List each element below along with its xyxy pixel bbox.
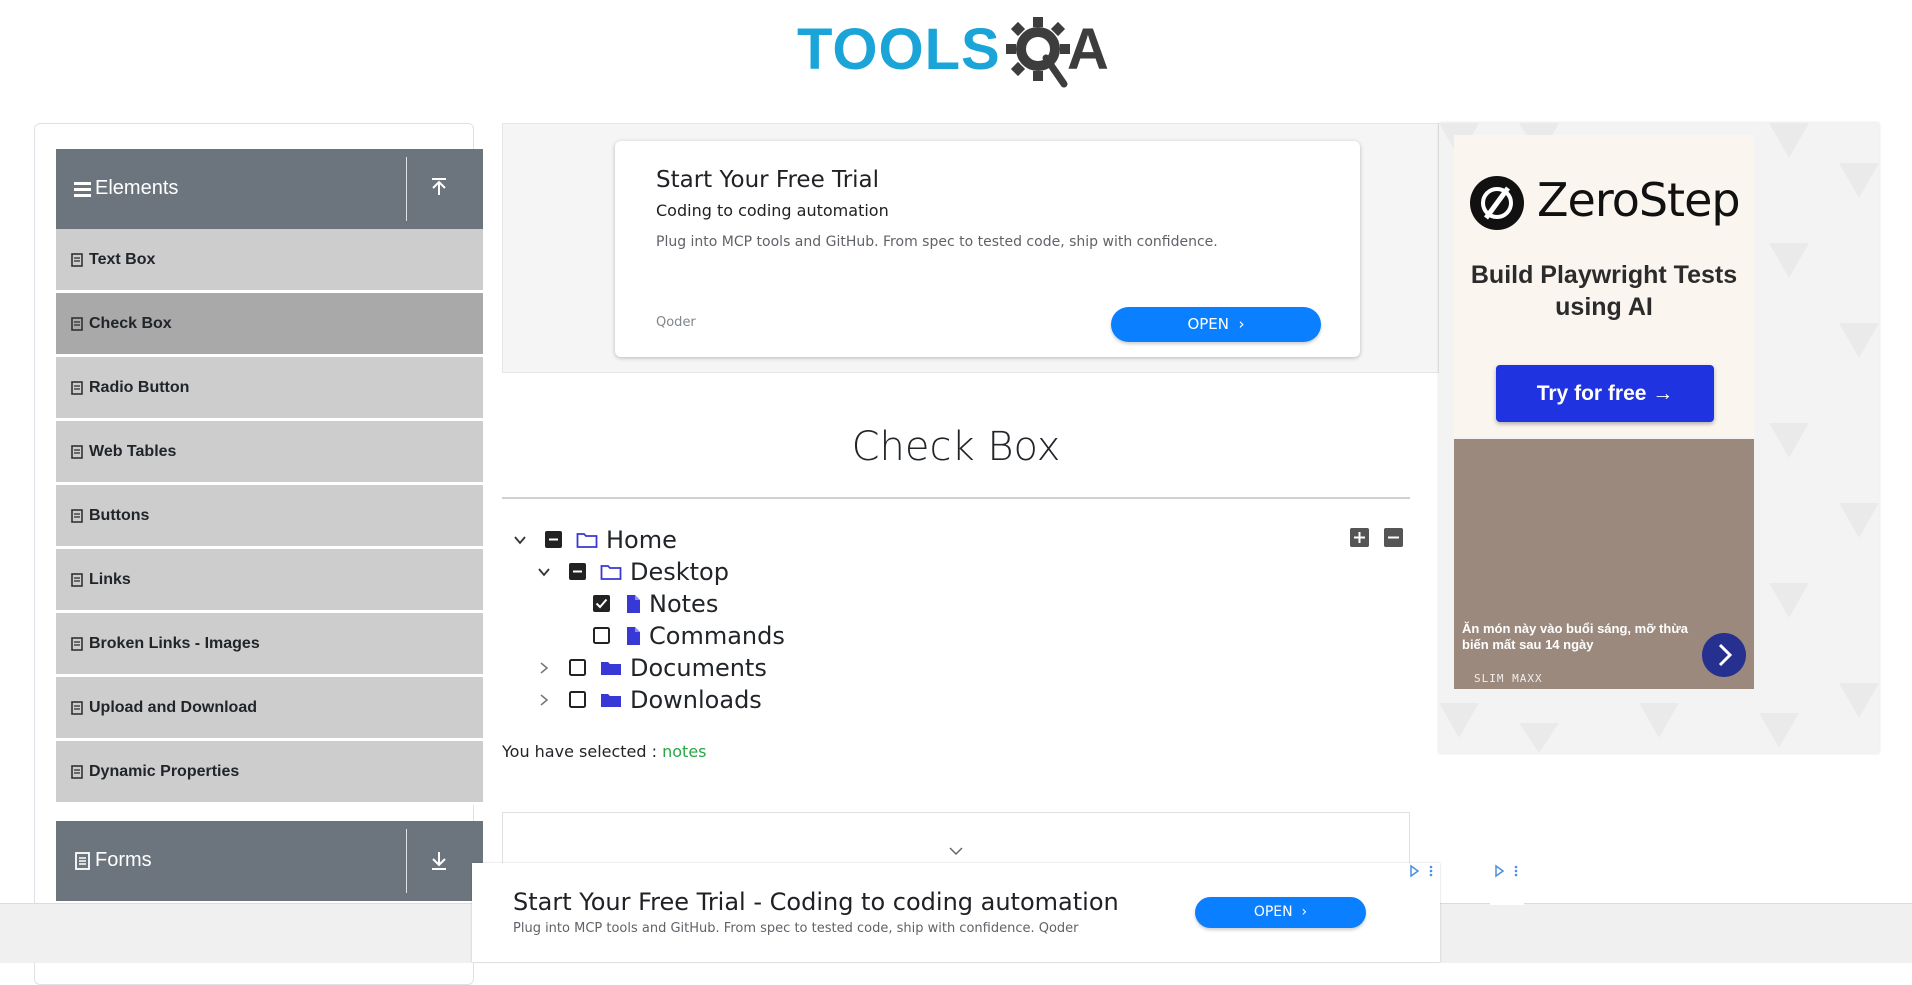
zerostep-logo-icon (1470, 176, 1524, 230)
download-arrow-icon[interactable] (428, 849, 450, 871)
page-title: Check Box (851, 424, 1061, 470)
sidebar-item-label: Buttons (89, 507, 150, 524)
document-icon (71, 765, 83, 779)
document-icon (71, 637, 83, 651)
top-ad-card[interactable]: Start Your Free Trial Coding to coding a… (615, 141, 1360, 357)
sidebar-item-label: Check Box (89, 315, 172, 332)
result-label: You have selected : (502, 742, 658, 761)
file-icon (627, 595, 640, 613)
sidebar-item-label: Upload and Download (89, 699, 257, 716)
result-value: notes (662, 742, 707, 761)
folder-icon (601, 662, 621, 675)
group-title-elements: Elements (95, 177, 179, 199)
sidebar-item-dynamic-properties[interactable]: Dynamic Properties (56, 741, 483, 805)
expand-all-button[interactable] (1350, 528, 1369, 547)
document-icon (71, 573, 83, 587)
sidebar-item-text-box[interactable]: Text Box (56, 229, 483, 293)
tree-node-label[interactable]: Commands (649, 622, 785, 650)
chevron-down-icon[interactable] (512, 532, 528, 548)
adchoices-badge[interactable] (1490, 863, 1524, 905)
sidebar-item-label: Text Box (89, 251, 156, 268)
sidebar-item-label: Links (89, 571, 131, 588)
logo-a-text: A (1067, 17, 1109, 82)
sidebar-item-radio-button[interactable]: Radio Button (56, 357, 483, 421)
document-icon (71, 701, 83, 715)
bottom-ad-title: Start Your Free Trial - Coding to coding… (513, 888, 1119, 916)
sidebar-item-label: Dynamic Properties (89, 763, 240, 780)
chevron-right-icon[interactable] (536, 660, 552, 676)
checkbox-checked[interactable] (593, 595, 610, 612)
bottom-ad-banner[interactable]: Start Your Free Trial - Coding to coding… (472, 863, 1440, 962)
forms-document-icon (75, 852, 90, 870)
right-ad-panel[interactable]: ZeroStep Build Playwright Tests using AI… (1439, 123, 1879, 753)
folder-open-icon (600, 565, 622, 580)
toolsqa-logo[interactable]: TOOLS A (797, 14, 1121, 90)
checkbox-unchecked[interactable] (593, 627, 610, 644)
top-ad-open-label: OPEN (1187, 315, 1229, 333)
top-ad-open-button[interactable]: OPEN › (1111, 307, 1321, 342)
chevron-down-icon[interactable] (536, 564, 552, 580)
sidebar-item-label: Broken Links - Images (89, 635, 260, 652)
try-for-free-button[interactable]: Try for free → (1496, 365, 1714, 422)
sidebar-item-buttons[interactable]: Buttons (56, 485, 483, 549)
folder-open-icon (576, 533, 598, 548)
group-header-elements[interactable]: Elements (56, 149, 483, 229)
slimmaxx-headline: Ăn món này vào buổi sáng, mỡ thừa biến m… (1462, 621, 1688, 652)
top-ad-brand: Qoder (656, 315, 696, 330)
slimmaxx-ad[interactable]: Ăn món này vào buổi sáng, mỡ thừa biến m… (1454, 439, 1754, 689)
selection-result: You have selected : notes (502, 742, 707, 761)
sidebar-item-broken-links-images[interactable]: Broken Links - Images (56, 613, 483, 677)
tree-node-label[interactable]: Desktop (630, 558, 729, 586)
checkbox-unchecked[interactable] (569, 691, 586, 708)
zerostep-headline: Build Playwright Tests using AI (1470, 261, 1738, 321)
document-icon (71, 509, 83, 523)
bottom-ad-open-label: OPEN (1253, 904, 1293, 920)
file-icon (627, 627, 640, 645)
chevron-right-icon: › (1297, 904, 1308, 920)
left-panel: Elements Text Box Check Box Radio Button We… (34, 123, 483, 985)
sidebar-item-links[interactable]: Links (56, 549, 483, 613)
tree-node-label[interactable]: Home (606, 526, 677, 554)
tree-node-label[interactable]: Notes (649, 590, 718, 618)
chevron-right-icon[interactable] (536, 692, 552, 708)
checkbox-unchecked[interactable] (569, 659, 586, 676)
adchoices-icon[interactable] (1409, 863, 1439, 879)
tree-node-label[interactable]: Documents (630, 654, 767, 682)
slimmaxx-brand: SLIM MAXX (1474, 672, 1543, 685)
bottom-ad-description: Plug into MCP tools and GitHub. From spe… (513, 921, 1079, 936)
document-icon (71, 253, 83, 267)
group-header-forms[interactable]: Forms (56, 821, 483, 901)
sidebar-item-check-box[interactable]: Check Box (56, 293, 483, 357)
logo-gear-icon (1006, 17, 1070, 88)
adchoices-icon[interactable] (1490, 863, 1524, 879)
title-divider (502, 497, 1410, 499)
chevron-down-icon[interactable] (949, 846, 963, 856)
zerostep-brand: ZeroStep (1537, 173, 1741, 227)
collapse-all-button[interactable] (1384, 528, 1403, 547)
bottom-ad-open-button[interactable]: OPEN › (1195, 897, 1366, 928)
sidebar-item-label: Radio Button (89, 379, 190, 396)
hamburger-icon (74, 182, 91, 197)
checkbox-partial[interactable] (545, 531, 562, 548)
group-header-divider (406, 157, 407, 221)
chevron-right-icon: › (1233, 315, 1245, 333)
sidebar-item-upload-and-download[interactable]: Upload and Download (56, 677, 483, 741)
checkbox-partial[interactable] (569, 563, 586, 580)
upload-arrow-icon[interactable] (428, 177, 450, 199)
sidebar-item-label: Web Tables (89, 443, 177, 460)
tree-node-label[interactable]: Downloads (630, 686, 762, 714)
chevron-right-icon[interactable] (1702, 633, 1746, 677)
group-header-divider (406, 829, 407, 893)
zerostep-ad[interactable]: ZeroStep Build Playwright Tests using AI… (1454, 135, 1754, 437)
top-ad-title: Start Your Free Trial (656, 167, 880, 193)
top-ad-description: Plug into MCP tools and GitHub. From spe… (656, 234, 1218, 250)
top-ad-subtitle: Coding to coding automation (656, 201, 889, 220)
document-icon (71, 317, 83, 331)
document-icon (71, 445, 83, 459)
folder-icon (601, 694, 621, 707)
group-title-forms: Forms (95, 849, 152, 871)
document-icon (71, 381, 83, 395)
sidebar-item-web-tables[interactable]: Web Tables (56, 421, 483, 485)
logo-tools-text: TOOLS (797, 17, 1001, 82)
